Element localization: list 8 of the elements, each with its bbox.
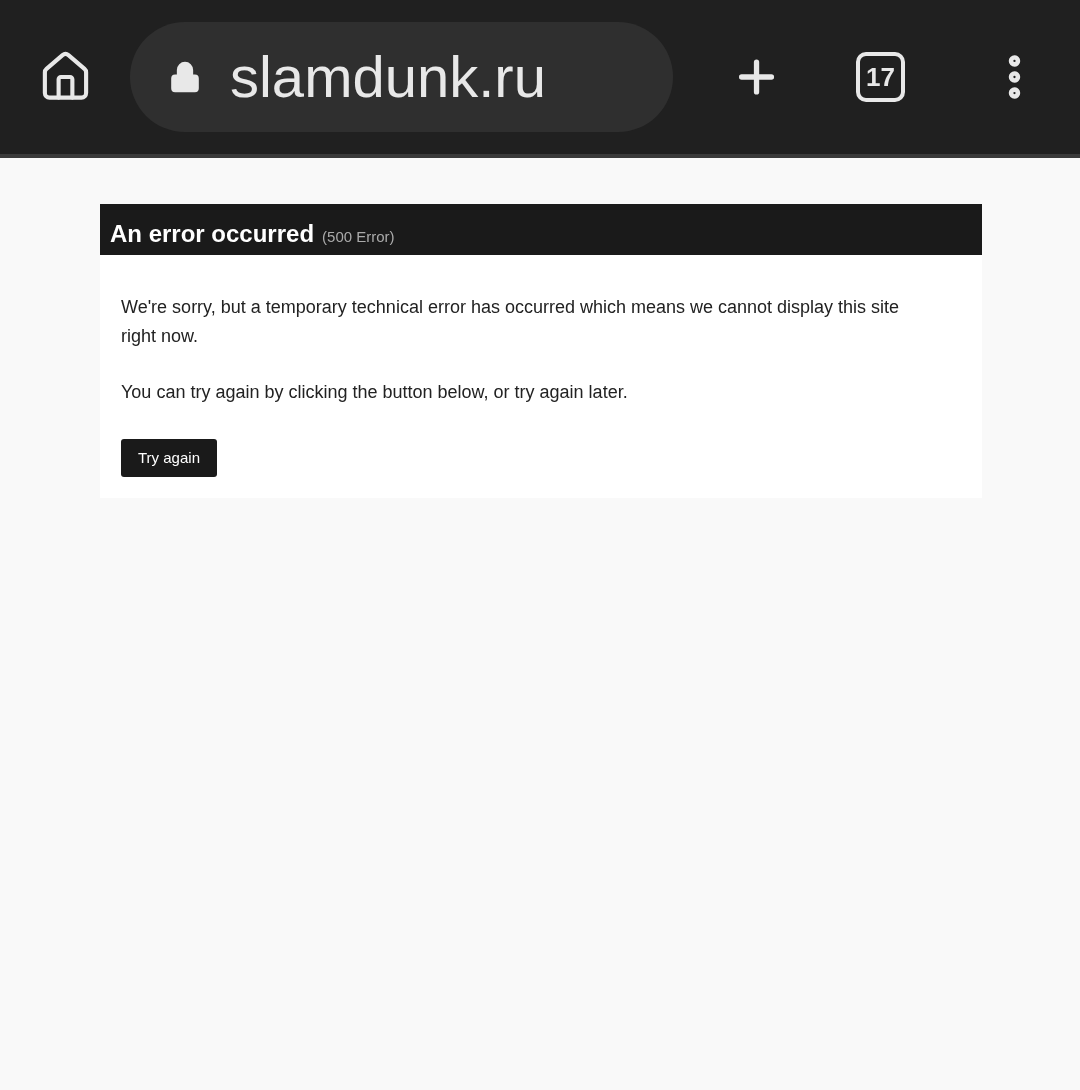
error-code: (500 Error) [322,227,395,247]
error-title: An error occurred [110,219,315,249]
url-text: slamdunk.ru [230,48,546,106]
error-message: You can try again by clicking the button below, or try again later. [121,381,629,404]
address-bar[interactable]: slamdunk.ru [130,22,673,132]
tab-count[interactable]: 17 [855,52,905,102]
error-message: We're sorry, but a temporary technical error has occurred which means we cannot display this site right now. [121,296,901,348]
try-again-button[interactable]: Try again [121,439,217,477]
